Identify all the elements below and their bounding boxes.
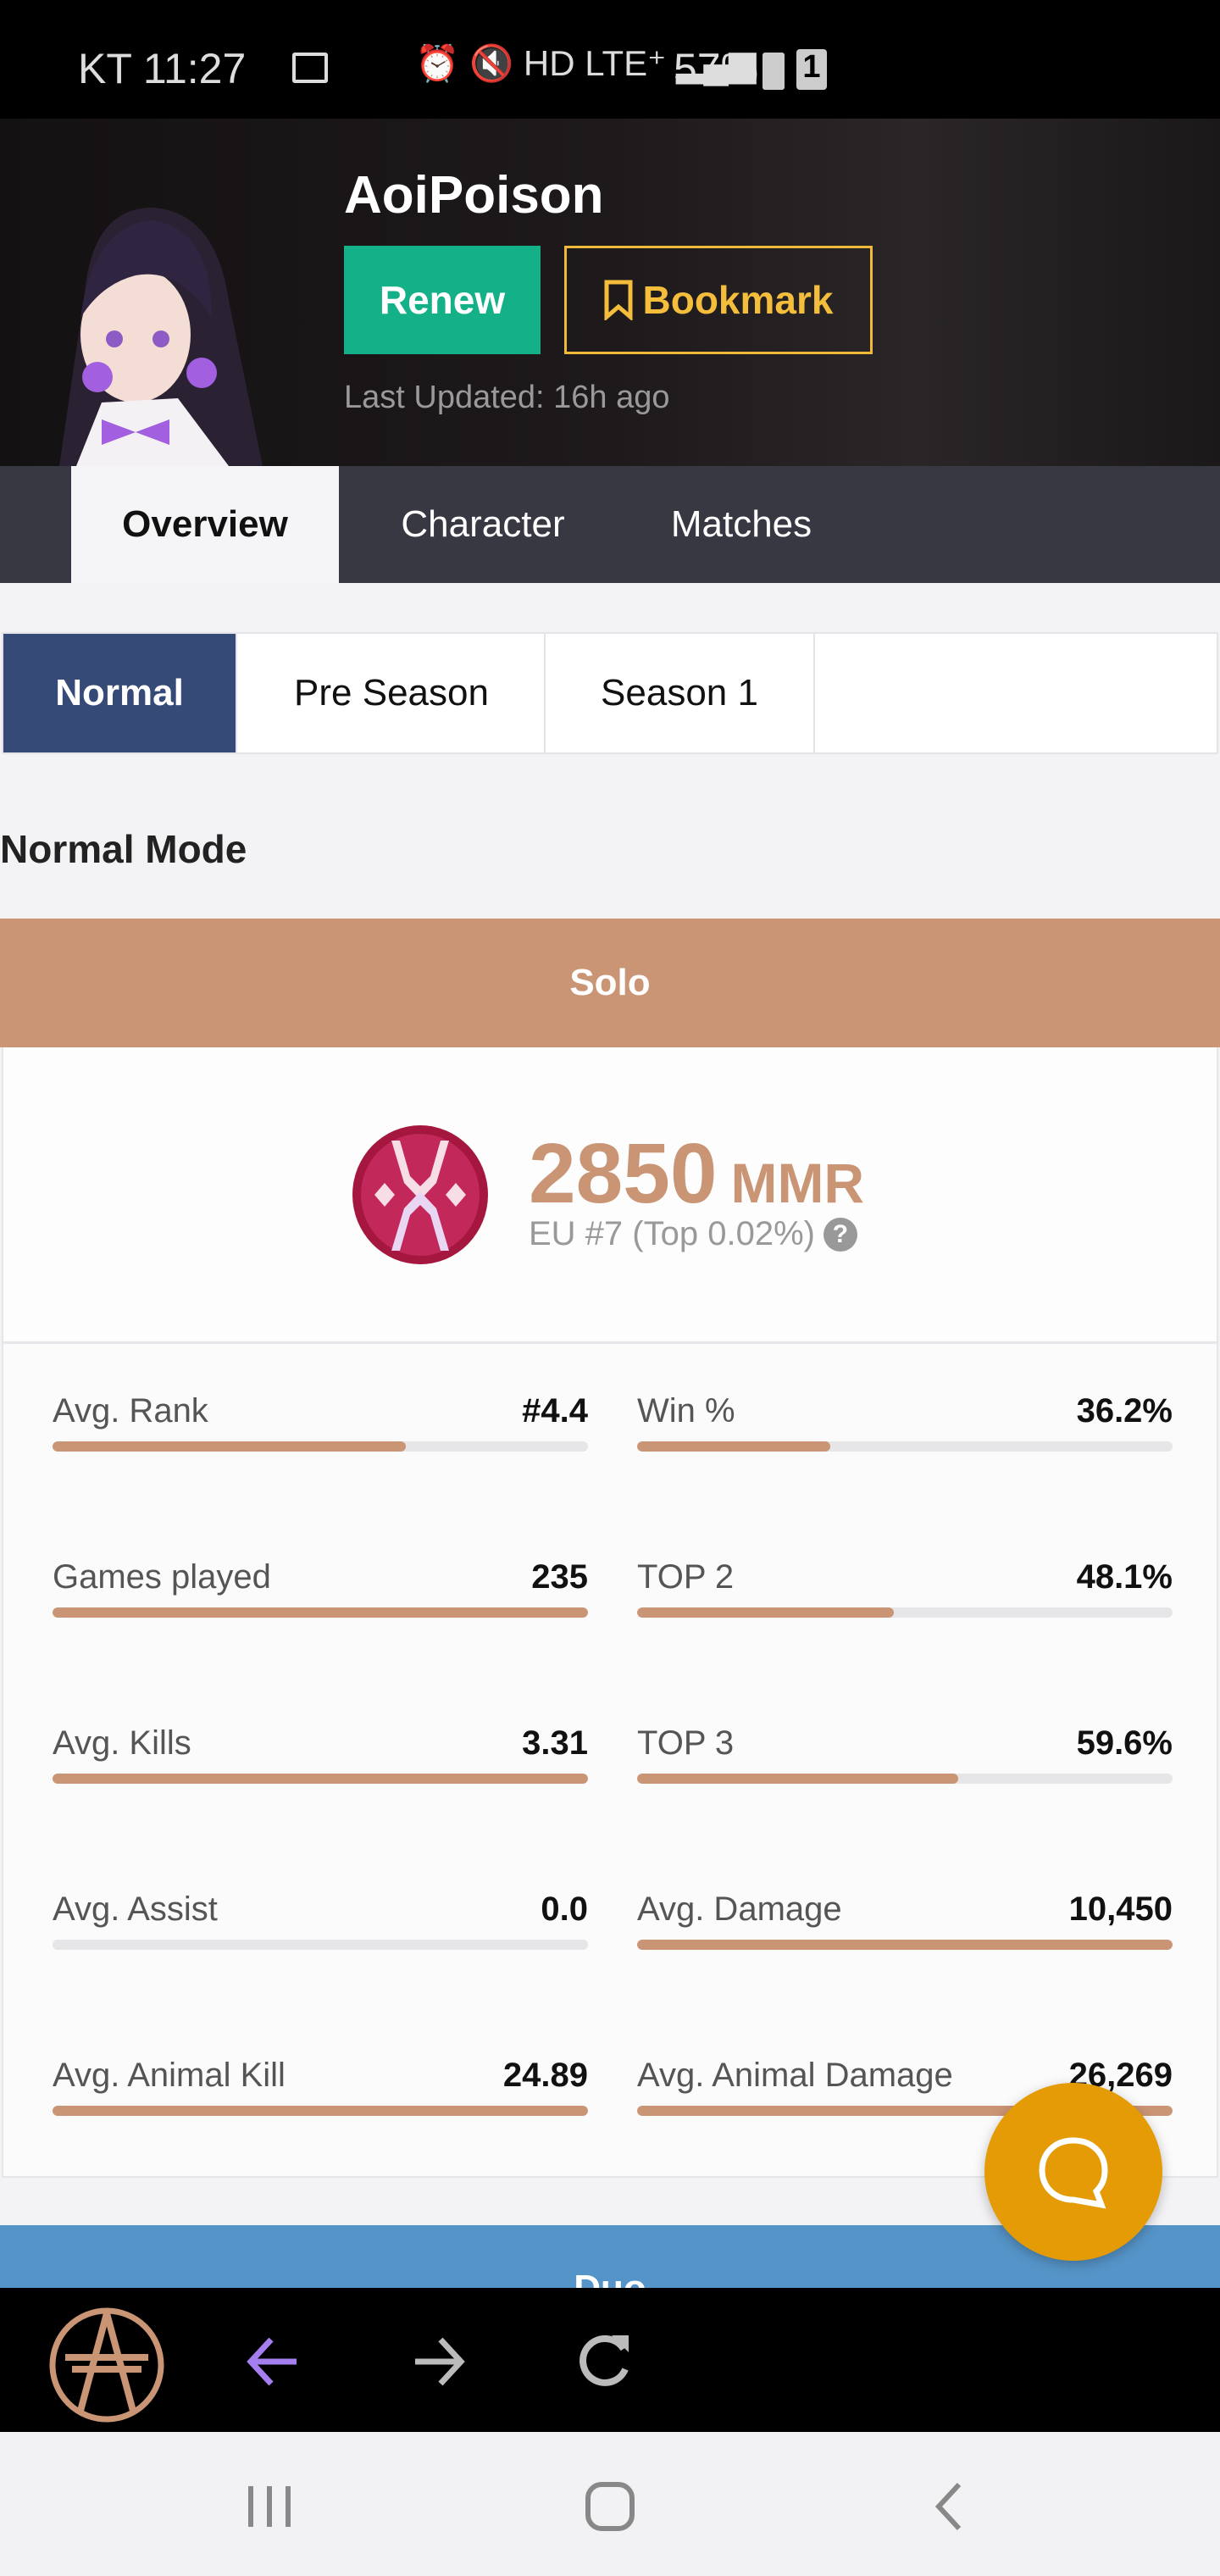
- stat-bar-fill: [637, 1774, 959, 1784]
- renew-button[interactable]: Renew: [344, 246, 541, 354]
- season-tab-pre-season[interactable]: Pre Season: [239, 634, 546, 752]
- stat-label: Avg. Assist: [53, 1890, 218, 1928]
- solo-stats-card: 2850 MMR EU #7 (Top 0.02%) ? Avg. Rank #4…: [2, 1047, 1218, 2178]
- tab-matches[interactable]: Matches: [618, 466, 864, 583]
- mmr-value: 2850 MMR: [529, 1125, 864, 1223]
- status-bar: KT 11:27 ⏰ 🔇 HD LTE⁺ ▂▄▆ 57% 1: [0, 0, 1220, 119]
- browser-toolbar: [0, 2288, 1220, 2432]
- stat-value: 0.0: [541, 1890, 588, 1928]
- stat-value: 235: [531, 1558, 588, 1596]
- stat-label: Avg. Damage: [637, 1890, 842, 1928]
- stat-bar-fill: [637, 1607, 895, 1618]
- stat-label: Win %: [637, 1392, 735, 1430]
- stat-bar-fill: [637, 1441, 830, 1452]
- stat-label: TOP 2: [637, 1558, 735, 1596]
- app-logo-icon[interactable]: [47, 2305, 167, 2425]
- stat-value: 3.31: [522, 1724, 588, 1762]
- mmr-number: 2850: [529, 1126, 718, 1221]
- stat-item: Avg. Rank #4.4: [53, 1392, 588, 1494]
- system-back-icon[interactable]: [932, 2481, 966, 2532]
- stat-value: 48.1%: [1076, 1558, 1173, 1596]
- system-nav-bar: [0, 2432, 1220, 2576]
- help-icon[interactable]: ?: [823, 1217, 857, 1252]
- stat-value: 10,450: [1068, 1890, 1173, 1928]
- mmr-unit: MMR: [730, 1152, 865, 1214]
- back-arrow-icon[interactable]: [246, 2334, 300, 2389]
- stat-value: #4.4: [522, 1392, 588, 1430]
- stat-bar: [637, 1607, 1173, 1618]
- stat-bar: [53, 1441, 588, 1452]
- stat-item: Avg. Animal Kill 24.89: [53, 2057, 588, 2158]
- stat-item: Avg. Kills 3.31: [53, 1724, 588, 1826]
- battery-icon: [762, 53, 785, 90]
- stat-bar-fill: [53, 2106, 588, 2116]
- stat-bar-fill: [637, 1940, 1173, 1950]
- stat-item: Avg. Assist 0.0: [53, 1890, 588, 1992]
- stat-item: Avg. Damage 10,450: [637, 1890, 1173, 1992]
- chat-button[interactable]: [984, 2083, 1162, 2261]
- stat-bar: [637, 1940, 1173, 1950]
- stat-label: Avg. Kills: [53, 1724, 191, 1762]
- stat-value: 59.6%: [1076, 1724, 1173, 1762]
- stat-value: 24.89: [502, 2057, 588, 2094]
- home-icon[interactable]: [585, 2481, 635, 2532]
- season-tab-season-1[interactable]: Season 1: [546, 634, 815, 752]
- stat-bar: [53, 1774, 588, 1784]
- stat-item: Win % 36.2%: [637, 1392, 1173, 1494]
- stat-label: Avg. Animal Damage: [637, 2057, 953, 2094]
- character-avatar: [59, 208, 263, 466]
- mmr-section: 2850 MMR EU #7 (Top 0.02%) ?: [3, 1047, 1217, 1344]
- forward-arrow-icon[interactable]: [412, 2334, 466, 2389]
- bookmark-icon: [604, 280, 633, 320]
- region-rank-text: EU #7 (Top 0.02%): [529, 1215, 815, 1252]
- stat-bar-fill: [53, 1441, 407, 1452]
- carrier-time: KT 11:27: [78, 45, 247, 92]
- solo-header: Solo: [0, 919, 1220, 1047]
- bookmark-button[interactable]: Bookmark: [564, 246, 873, 354]
- stat-value: 36.2%: [1076, 1392, 1173, 1430]
- stat-label: Avg. Rank: [53, 1392, 208, 1430]
- image-notification-icon: [292, 53, 328, 83]
- stat-bar-fill: [53, 1607, 588, 1618]
- region-rank: EU #7 (Top 0.02%) ?: [529, 1215, 857, 1253]
- stat-bar: [53, 2106, 588, 2116]
- battery-percent: 57%: [674, 45, 759, 92]
- stat-item: TOP 3 59.6%: [637, 1724, 1173, 1826]
- stat-label: TOP 3: [637, 1724, 735, 1762]
- chat-bubble-icon: [1039, 2137, 1108, 2209]
- stat-bar-fill: [53, 1774, 588, 1784]
- stat-bar: [637, 1441, 1173, 1452]
- recent-apps-icon[interactable]: [246, 2483, 293, 2530]
- reload-icon[interactable]: [578, 2332, 632, 2390]
- stat-bar: [53, 1940, 588, 1950]
- bookmark-label: Bookmark: [642, 278, 834, 322]
- profile-header: AoiPoison Renew Bookmark Last Updated: 1…: [0, 119, 1220, 466]
- tab-character[interactable]: Character: [356, 466, 610, 583]
- season-tabs: Normal Pre Season Season 1: [2, 632, 1218, 754]
- rank-tier-icon: [352, 1125, 488, 1264]
- tab-overview[interactable]: Overview: [71, 466, 339, 583]
- stat-bar: [53, 1607, 588, 1618]
- stat-bar: [637, 1774, 1173, 1784]
- stat-item: TOP 2 48.1%: [637, 1558, 1173, 1660]
- main-tabs: Overview Character Matches: [0, 466, 1220, 583]
- stat-label: Avg. Animal Kill: [53, 2057, 286, 2094]
- sim-icon: 1: [796, 49, 827, 90]
- last-updated: Last Updated: 16h ago: [344, 380, 670, 415]
- season-tab-normal[interactable]: Normal: [3, 634, 237, 752]
- stat-label: Games played: [53, 1558, 271, 1596]
- mode-title: Normal Mode: [0, 827, 247, 871]
- player-name: AoiPoison: [344, 166, 604, 225]
- stat-item: Games played 235: [53, 1558, 588, 1660]
